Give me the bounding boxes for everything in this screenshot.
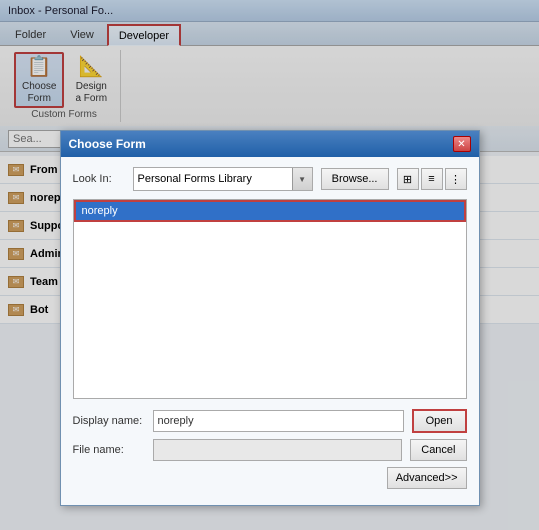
browse-button[interactable]: Browse... <box>321 168 389 190</box>
open-button[interactable]: Open <box>412 409 467 433</box>
view-icon-3[interactable]: ⋮ <box>445 168 467 190</box>
forms-list[interactable]: noreply <box>73 199 467 399</box>
dialog-title: Choose Form <box>69 137 146 151</box>
view-icon-1[interactable]: ⊞ <box>397 168 419 190</box>
dialog-close-button[interactable]: ✕ <box>453 136 471 152</box>
advanced-button[interactable]: Advanced>> <box>387 467 467 489</box>
file-name-label: File name: <box>73 444 145 456</box>
form-item-label: noreply <box>82 205 118 217</box>
look-in-dropdown-container: Personal Forms Library ▼ <box>133 167 313 191</box>
toolbar-icons: ⊞ ≡ ⋮ <box>397 168 467 190</box>
cancel-button[interactable]: Cancel <box>410 439 466 461</box>
dialog-titlebar: Choose Form ✕ <box>61 131 479 157</box>
display-name-label: Display name: <box>73 415 145 427</box>
dialog-body: Look In: Personal Forms Library ▼ Browse… <box>61 157 479 505</box>
look-in-label: Look In: <box>73 173 125 185</box>
dialog-footer: Display name: Open File name: Cancel Adv… <box>73 409 467 489</box>
form-item-noreply[interactable]: noreply <box>74 200 466 222</box>
file-name-input[interactable] <box>153 439 403 461</box>
view-icon-2[interactable]: ≡ <box>421 168 443 190</box>
modal-overlay: Choose Form ✕ Look In: Personal Forms Li… <box>0 0 539 530</box>
choose-form-dialog: Choose Form ✕ Look In: Personal Forms Li… <box>60 130 480 506</box>
display-name-row: Display name: Open <box>73 409 467 433</box>
advanced-row: Advanced>> <box>73 467 467 489</box>
look-in-dropdown[interactable]: Personal Forms Library <box>134 168 292 190</box>
display-name-input[interactable] <box>153 410 404 432</box>
look-in-row: Look In: Personal Forms Library ▼ Browse… <box>73 167 467 191</box>
dropdown-arrow-icon[interactable]: ▼ <box>292 168 312 190</box>
file-name-row: File name: Cancel <box>73 439 467 461</box>
